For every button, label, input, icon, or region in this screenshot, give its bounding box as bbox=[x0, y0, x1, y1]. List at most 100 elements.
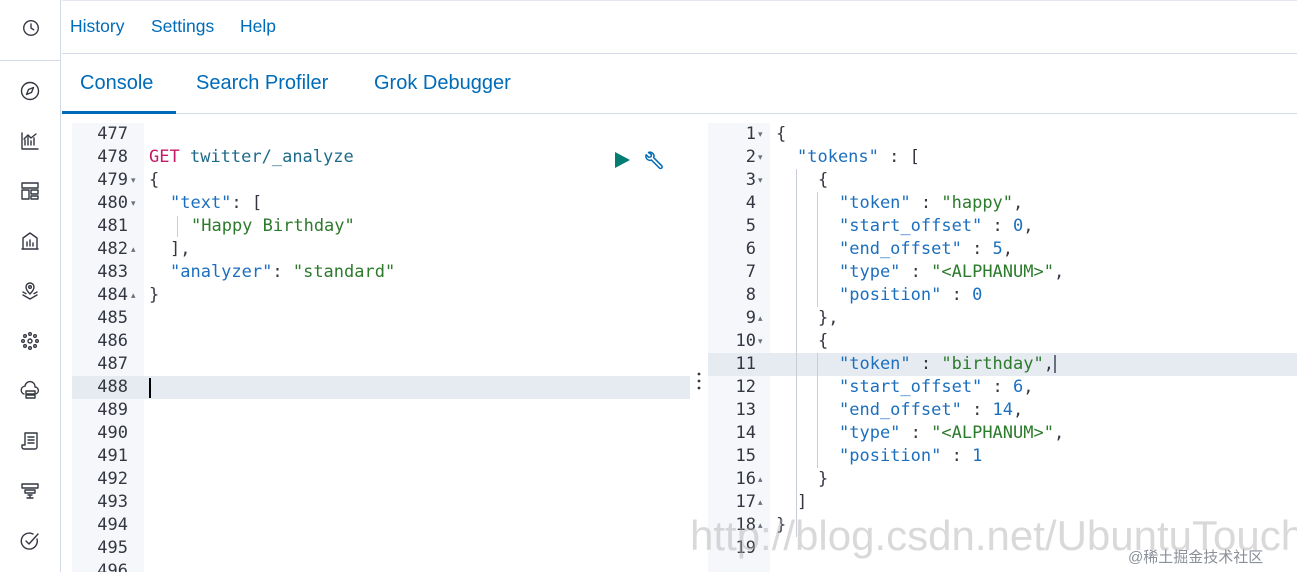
line-number: 484 bbox=[97, 285, 128, 305]
fold-toggle-icon[interactable]: ▴ bbox=[758, 491, 763, 514]
start-offset-value: 0 bbox=[1013, 216, 1024, 236]
output-line-number: 11 bbox=[735, 354, 756, 374]
line-number: 496 bbox=[97, 561, 128, 572]
line-number: 478 bbox=[97, 147, 128, 167]
request-code[interactable]: GET twitter/_analyze { "text": [ "Happy … bbox=[144, 123, 690, 572]
output-line-number: 7 bbox=[745, 262, 756, 282]
end-offset-value: 5 bbox=[992, 239, 1003, 259]
fold-toggle-icon[interactable]: ▾ bbox=[131, 169, 136, 192]
compass-icon bbox=[19, 80, 41, 107]
request-actions-button[interactable] bbox=[644, 149, 666, 171]
line-number: 477 bbox=[97, 124, 128, 144]
request-editor[interactable]: 477 478 479 ▾ 480 ▾ 481 482 ▴ 483 484 ▴ 485 486 487 488… bbox=[72, 123, 690, 572]
line-number: 479 bbox=[97, 170, 128, 190]
settings-link[interactable]: Settings bbox=[151, 16, 214, 37]
output-line-number: 8 bbox=[745, 285, 756, 305]
end-offset-value: 14 bbox=[992, 400, 1014, 420]
end-offset-key: "end_offset" bbox=[839, 400, 962, 420]
output-brace-open: { bbox=[776, 124, 787, 144]
start-offset-value: 6 bbox=[1013, 377, 1024, 397]
end-offset-key: "end_offset" bbox=[839, 239, 962, 259]
fold-toggle-icon[interactable]: ▴ bbox=[758, 468, 763, 491]
nav-discover[interactable] bbox=[16, 79, 44, 107]
help-link[interactable]: Help bbox=[240, 16, 276, 37]
output-line-number: 6 bbox=[745, 239, 756, 259]
output-line-number: 14 bbox=[735, 423, 756, 443]
tab-grok-debugger[interactable]: Grok Debugger bbox=[374, 72, 511, 95]
line-number: 480 bbox=[97, 193, 128, 213]
brace-open: { bbox=[149, 170, 160, 190]
token-value: "birthday" bbox=[941, 354, 1044, 374]
position-key: "position" bbox=[839, 446, 942, 466]
object-open: { bbox=[818, 331, 829, 351]
nav-canvas[interactable] bbox=[16, 229, 44, 257]
nav-infrastructure[interactable] bbox=[16, 379, 44, 407]
line-number: 488 bbox=[97, 377, 128, 397]
nav-apm[interactable] bbox=[16, 479, 44, 507]
send-request-button[interactable] bbox=[612, 150, 632, 170]
wrench-icon bbox=[644, 151, 666, 175]
ml-icon bbox=[19, 330, 41, 357]
dev-tools-top-menu: History Settings Help bbox=[62, 0, 1297, 54]
indent-guide bbox=[177, 216, 178, 237]
line-number: 489 bbox=[97, 400, 128, 420]
line-number: 487 bbox=[97, 354, 128, 374]
nav-dashboard[interactable] bbox=[16, 179, 44, 207]
tab-search-profiler[interactable]: Search Profiler bbox=[196, 72, 328, 95]
position-key: "position" bbox=[839, 285, 942, 305]
line-number: 481 bbox=[97, 216, 128, 236]
fold-toggle-icon[interactable]: ▾ bbox=[131, 192, 136, 215]
panel-resizer[interactable] bbox=[690, 123, 708, 572]
start-offset-line: "start_offset" : 0, bbox=[839, 216, 1034, 236]
output-line-number: 9 bbox=[745, 308, 756, 328]
fold-toggle-icon[interactable]: ▾ bbox=[758, 330, 763, 353]
indent-guide bbox=[796, 169, 797, 537]
end-offset-line: "end_offset" : 5, bbox=[839, 239, 1014, 259]
text-value: "Happy Birthday" bbox=[191, 216, 355, 236]
response-output[interactable]: 1 ▾ 2 ▾ 3 ▾ 4 5 6 7 8 9 ▴ 10 ▾ 11 12 13 14 15 16 ▴ 17 ▴ 18 ▴ 19 { … bbox=[708, 123, 1297, 572]
position-line: "position" : 0 bbox=[839, 285, 983, 305]
fold-toggle-icon[interactable]: ▾ bbox=[758, 169, 763, 192]
fold-toggle-icon[interactable]: ▴ bbox=[758, 307, 763, 330]
line-number: 483 bbox=[97, 262, 128, 282]
text-key: "text" bbox=[170, 193, 232, 213]
output-line-number: 2 bbox=[745, 147, 756, 167]
nav-logs[interactable] bbox=[16, 429, 44, 457]
history-link[interactable]: History bbox=[70, 16, 124, 37]
start-offset-key: "start_offset" bbox=[839, 216, 983, 236]
request-method: GET bbox=[149, 147, 180, 167]
fold-toggle-icon[interactable]: ▾ bbox=[758, 146, 763, 169]
nav-visualize[interactable] bbox=[16, 129, 44, 157]
start-offset-line: "start_offset" : 6, bbox=[839, 377, 1034, 397]
line-number: 491 bbox=[97, 446, 128, 466]
apm-icon bbox=[19, 480, 41, 507]
line-number: 482 bbox=[97, 239, 128, 259]
tokens-key: "tokens" bbox=[797, 147, 879, 167]
analyzer-field-line: "analyzer": "standard" bbox=[170, 262, 396, 282]
nav-uptime[interactable] bbox=[16, 529, 44, 557]
fold-toggle-icon[interactable]: ▾ bbox=[758, 123, 763, 146]
logs-icon bbox=[19, 430, 41, 457]
output-cursor bbox=[1053, 355, 1056, 373]
recently-viewed-button[interactable] bbox=[0, 0, 61, 61]
indent-guide bbox=[817, 353, 818, 468]
nav-machine-learning[interactable] bbox=[16, 329, 44, 357]
fold-toggle-icon[interactable]: ▴ bbox=[131, 238, 136, 261]
text-cursor bbox=[149, 378, 151, 398]
line-number: 495 bbox=[97, 538, 128, 558]
token-value: "happy" bbox=[941, 193, 1014, 213]
token-line: "token" : "birthday", bbox=[839, 354, 1056, 374]
dashboard-icon bbox=[19, 180, 41, 207]
output-line-number: 15 bbox=[735, 446, 756, 466]
line-number: 485 bbox=[97, 308, 128, 328]
tab-console[interactable]: Console bbox=[80, 72, 153, 95]
type-line: "type" : "<ALPHANUM>", bbox=[839, 423, 1065, 443]
play-icon bbox=[612, 152, 632, 174]
fold-toggle-icon[interactable]: ▴ bbox=[131, 284, 136, 307]
output-line-number: 5 bbox=[745, 216, 756, 236]
nav-maps[interactable] bbox=[16, 279, 44, 307]
dev-tools-tabs: Console Search Profiler Grok Debugger bbox=[62, 54, 1297, 114]
canvas-icon bbox=[19, 230, 41, 257]
side-nav-rail bbox=[0, 0, 61, 572]
line-number: 494 bbox=[97, 515, 128, 535]
